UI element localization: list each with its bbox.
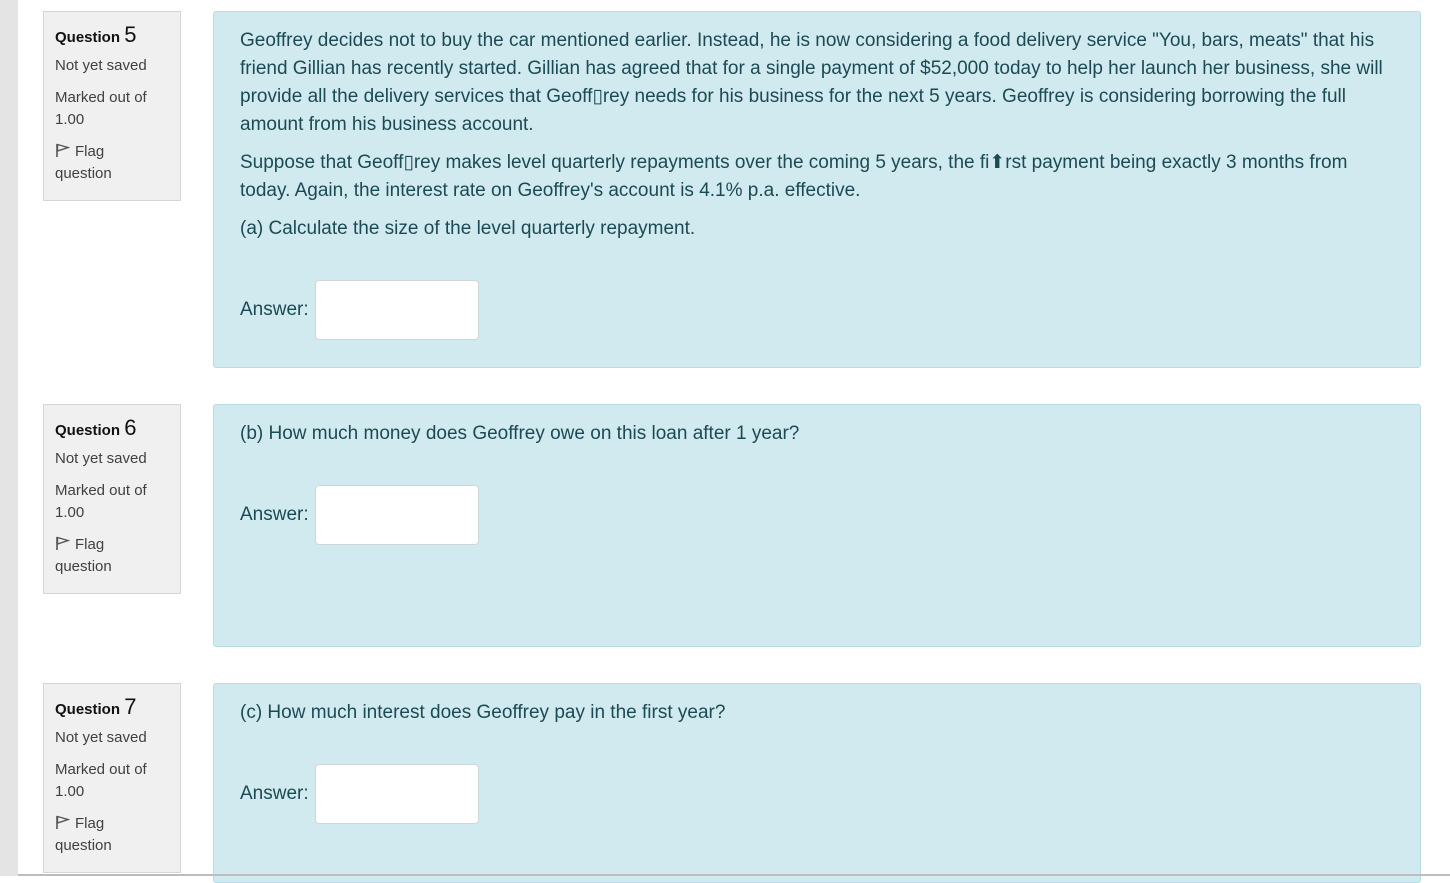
answer-label: Answer: [240,299,309,320]
answer-input[interactable] [314,764,479,824]
question-info-5: Question 5 Not yet saved Marked out of 1.… [43,11,181,201]
flag-icon [56,815,71,829]
answer-row: Answer: [240,764,479,824]
left-rail [0,0,18,876]
question-grade: Marked out of 1.00 [55,89,147,128]
answer-label: Answer: [240,504,309,525]
question-grade: Marked out of 1.00 [55,761,147,800]
question-number: Question 5 [55,22,137,47]
question-text: Geoffrey decides not to buy the car ment… [240,30,1383,135]
question-info-7: Question 7 Not yet saved Marked out of 1.… [43,683,181,873]
flag-question-button[interactable]: Flag question [55,534,180,578]
question-state: Not yet saved [55,450,147,467]
flag-icon [56,536,71,550]
question-grade: Marked out of 1.00 [55,482,147,521]
answer-row: Answer: [240,485,479,545]
question-state: Not yet saved [55,57,147,74]
answer-input[interactable] [314,485,479,545]
flag-question-button[interactable]: Flag question [55,141,180,185]
quiz-content: Question 5 Not yet saved Marked out of 1.… [18,0,1450,883]
question-prompt: (a) Calculate the size of the level quar… [240,218,696,239]
question-formulation-6: (b) How much money does Geoffrey owe on … [213,404,1421,647]
question-text: Suppose that Geoff▯rey makes level quart… [240,152,1348,201]
flag-icon [56,143,71,157]
answer-input[interactable] [314,280,479,340]
question-prompt: (b) How much money does Geoffrey owe on … [240,423,800,444]
question-number: Question 6 [55,415,137,440]
question-prompt: (c) How much interest does Geoffrey pay … [240,702,726,723]
question-formulation-7: (c) How much interest does Geoffrey pay … [213,683,1421,883]
question-info-6: Question 6 Not yet saved Marked out of 1.… [43,404,181,594]
question-state: Not yet saved [55,729,147,746]
flag-question-button[interactable]: Flag question [55,813,180,857]
question-formulation-5: Geoffrey decides not to buy the car ment… [213,11,1421,368]
answer-row: Answer: [240,280,479,340]
answer-label: Answer: [240,783,309,804]
question-number: Question 7 [55,694,137,719]
